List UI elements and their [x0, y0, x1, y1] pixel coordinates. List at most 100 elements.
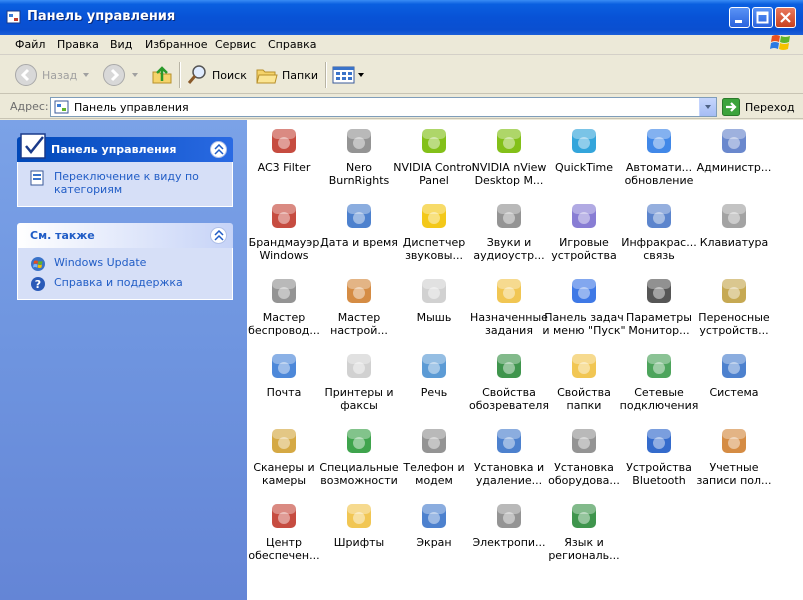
nvidia-icon [422, 129, 446, 153]
security-center-icon [272, 504, 296, 528]
forward-dropdown-icon[interactable] [132, 73, 138, 77]
quicktime-icon [572, 129, 596, 153]
toolbar-separator [325, 62, 326, 88]
monitor-params-icon [647, 279, 671, 303]
views-dropdown-icon[interactable] [358, 73, 364, 77]
help-icon: ? [31, 277, 45, 291]
back-arrow-icon [15, 64, 37, 86]
scheduled-tasks-icon [497, 279, 521, 303]
close-button[interactable] [775, 7, 796, 28]
minimize-icon [735, 20, 742, 23]
up-folder-button[interactable] [151, 61, 173, 89]
see-also-header[interactable]: См. также [17, 223, 233, 248]
network-setup-icon [347, 279, 371, 303]
menu-tools[interactable]: Сервис [215, 38, 256, 51]
menu-bar: Файл Правка Вид Избранное Сервис Справка [0, 35, 803, 55]
taskbar-start-icon [572, 279, 596, 303]
address-label: Адрес: [10, 100, 49, 113]
views-button[interactable] [332, 61, 356, 89]
admin-tools-icon [722, 129, 746, 153]
mail-icon [272, 354, 296, 378]
applet-label: Клавиатура [699, 236, 769, 249]
applet-item[interactable]: Переносные устройств... [689, 273, 779, 348]
menu-favorites[interactable]: Избранное [145, 38, 207, 51]
firewall-icon [272, 204, 296, 228]
scanners-cameras-icon [272, 429, 296, 453]
views-icon [332, 66, 355, 84]
back-button[interactable]: Назад [14, 61, 77, 89]
control-panel-section-body: Переключение к виду по категориям [17, 162, 233, 207]
back-label: Назад [42, 68, 78, 82]
category-view-icon [30, 170, 44, 186]
nvidia-nview-icon [497, 129, 521, 153]
forward-arrow-icon [103, 64, 125, 86]
regional-options-icon [572, 504, 596, 528]
control-panel-icon [54, 100, 69, 114]
folders-icon [256, 69, 278, 84]
help-support-label: Справка и поддержка [54, 276, 183, 289]
printers-icon [347, 354, 371, 378]
windows-logo-icon [770, 35, 790, 50]
go-label: Переход [745, 100, 795, 114]
see-also-body: Windows Update ? Справка и поддержка [17, 248, 233, 300]
folders-button[interactable]: Папки [256, 61, 318, 89]
windows-update-label: Windows Update [54, 256, 147, 269]
chevron-up-icon [214, 144, 224, 155]
collapse-button[interactable] [210, 141, 227, 158]
address-value: Панель управления [74, 101, 189, 114]
back-dropdown-icon[interactable] [83, 73, 89, 77]
sounds-audio-icon [497, 204, 521, 228]
applet-item[interactable]: Клавиатура [689, 198, 779, 273]
title-bar[interactable]: Панель управления [0, 0, 803, 35]
applet-item[interactable]: Система [689, 348, 779, 423]
menu-view[interactable]: Вид [110, 38, 132, 51]
internet-options-icon [497, 354, 521, 378]
applet-label: Язык и региональ... [548, 536, 620, 562]
chevron-up-icon [214, 230, 224, 241]
switch-view-label: Переключение к виду по категориям [54, 170, 199, 196]
bluetooth-icon [647, 429, 671, 453]
task-pane: Панель управления Переключение к виду по… [0, 120, 247, 600]
maximize-icon [756, 11, 769, 24]
address-input[interactable]: Панель управления [50, 97, 717, 117]
window-title: Панель управления [27, 9, 176, 24]
fonts-icon [347, 504, 371, 528]
explorer-window: Панель управления Файл Правка Вид Избран… [0, 0, 803, 600]
applet-item[interactable]: Учетные записи пол... [689, 423, 779, 498]
phone-modem-icon [422, 429, 446, 453]
toolbar: Назад Поиск Папки [0, 56, 803, 94]
windows-update-icon [31, 257, 45, 271]
windows-update-link[interactable]: Windows Update [30, 256, 226, 271]
help-support-link[interactable]: ? Справка и поддержка [30, 276, 226, 291]
display-icon [422, 504, 446, 528]
add-remove-programs-icon [497, 429, 521, 453]
address-dropdown-button[interactable] [699, 98, 716, 116]
search-button[interactable]: Поиск [186, 61, 247, 89]
applet-label: Переносные устройств... [698, 311, 770, 337]
control-panel-content: AC3 Filter Nero BurnRights NVIDIA Control … [247, 120, 803, 600]
see-also-title: См. также [30, 229, 95, 242]
wireless-wizard-icon [272, 279, 296, 303]
minimize-button[interactable] [729, 7, 750, 28]
switch-to-category-view-link[interactable]: Переключение к виду по категориям [30, 170, 226, 196]
menu-edit[interactable]: Правка [57, 38, 99, 51]
user-accounts-icon [722, 429, 746, 453]
go-button[interactable]: Переход [722, 97, 795, 117]
chevron-down-icon [705, 105, 711, 109]
forward-button[interactable] [102, 61, 126, 89]
collapse-button[interactable] [210, 227, 227, 244]
applet-item[interactable]: Язык и региональ... [539, 498, 629, 573]
toolbar-separator [179, 62, 180, 88]
svg-text:?: ? [35, 278, 41, 291]
menu-file[interactable]: Файл [15, 38, 45, 51]
maximize-button[interactable] [752, 7, 773, 28]
infrared-icon [647, 204, 671, 228]
menu-help[interactable]: Справка [268, 38, 316, 51]
system-icon [722, 354, 746, 378]
applet-item[interactable]: Админис­тр... [689, 123, 779, 198]
search-icon [187, 65, 206, 84]
control-panel-icon [20, 133, 46, 159]
portable-devices-icon [722, 279, 746, 303]
mouse-icon [422, 279, 446, 303]
control-panel-section-header[interactable]: Панель управления [17, 133, 233, 162]
